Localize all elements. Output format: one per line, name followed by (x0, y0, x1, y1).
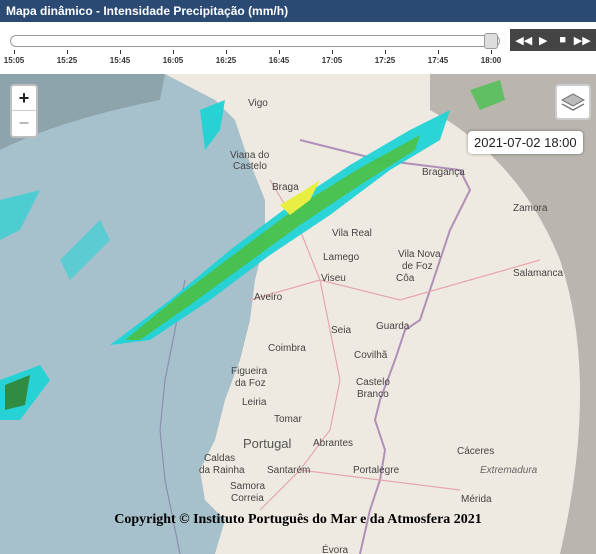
time-tick (120, 50, 121, 54)
layers-button[interactable] (555, 84, 591, 120)
place-label: Lamego (323, 252, 360, 263)
time-tick (491, 50, 492, 54)
place-label: Branco (357, 389, 389, 400)
time-tick-label: 15:05 (3, 56, 25, 65)
place-label: da Rainha (199, 465, 245, 476)
place-label: Covilhã (354, 350, 388, 361)
place-label: Seia (331, 325, 352, 336)
time-tick-label: 16:45 (268, 56, 290, 65)
time-tick-label: 18:00 (480, 56, 502, 65)
place-label: Coimbra (268, 343, 306, 354)
time-tick (226, 50, 227, 54)
place-label: Castelo (233, 161, 267, 172)
place-label: Bragança (422, 167, 465, 178)
place-label: Braga (272, 182, 299, 193)
place-label: Correia (231, 493, 264, 504)
window-title: Mapa dinâmico - Intensidade Precipitação… (0, 0, 596, 22)
time-tick (67, 50, 68, 54)
time-tick-label: 17:45 (427, 56, 449, 65)
place-label: da Foz (235, 378, 266, 389)
copyright-notice: Copyright © Instituto Português do Mar e… (114, 512, 482, 527)
place-label: Vila Nova (398, 249, 441, 260)
stop-icon[interactable]: ■ (554, 34, 572, 46)
time-slider-handle[interactable] (484, 33, 498, 49)
time-tick (438, 50, 439, 54)
place-label: Viseu (321, 273, 346, 284)
zoom-out-button[interactable]: − (12, 111, 36, 136)
place-label: Côa (396, 273, 415, 284)
place-label: Vila Real (332, 228, 372, 239)
time-slider-panel: 15:05 15:25 15:45 16:05 16:25 16:45 17:05 17:25… (0, 22, 596, 74)
place-label: Guarda (376, 321, 410, 332)
zoom-in-button[interactable]: + (12, 86, 36, 111)
time-slider-track[interactable] (10, 35, 500, 47)
place-label: Santarém (267, 465, 311, 476)
place-label: Tomar (274, 414, 302, 425)
fast-forward-icon[interactable]: ▶▶ (573, 34, 591, 47)
time-tick-label: 15:25 (56, 56, 78, 65)
place-label: Leiria (242, 397, 267, 408)
time-tick-label: 15:45 (109, 56, 131, 65)
place-label: Viana do (230, 150, 270, 161)
time-tick (173, 50, 174, 54)
place-label: Portalegre (353, 465, 400, 476)
layers-icon (560, 93, 586, 111)
place-label: Salamanca (513, 268, 564, 279)
time-tick-label: 16:25 (215, 56, 237, 65)
place-label: de Foz (402, 261, 433, 272)
time-axis: 15:05 15:25 15:45 16:05 16:25 16:45 17:05 17:25… (0, 50, 510, 74)
map-timestamp: 2021-07-02 18:00 (468, 131, 583, 154)
time-tick (14, 50, 15, 54)
place-label: Cáceres (457, 446, 495, 457)
place-label: Portugal (243, 436, 292, 451)
time-tick (385, 50, 386, 54)
place-label: Samora (230, 481, 266, 492)
zoom-control: + − (10, 84, 38, 138)
playback-controls: ◀◀ ▶ ■ ▶▶ (510, 29, 596, 51)
place-label: Zamora (513, 203, 548, 214)
time-tick-label: 17:05 (321, 56, 343, 65)
rewind-icon[interactable]: ◀◀ (515, 34, 533, 47)
place-label: Figueira (231, 366, 268, 377)
time-tick-label: 16:05 (162, 56, 184, 65)
place-label: Extremadura (480, 465, 538, 476)
place-label: Vigo (248, 98, 268, 109)
time-tick (332, 50, 333, 54)
place-label: Castelo (356, 377, 390, 388)
place-label: Aveiro (254, 292, 283, 303)
place-label: Caldas (204, 453, 236, 464)
place-label: Mérida (461, 494, 492, 505)
time-tick-label: 17:25 (374, 56, 396, 65)
time-tick (279, 50, 280, 54)
place-label: Évora (322, 545, 349, 554)
place-label: Abrantes (313, 438, 354, 449)
play-icon[interactable]: ▶ (534, 34, 552, 47)
